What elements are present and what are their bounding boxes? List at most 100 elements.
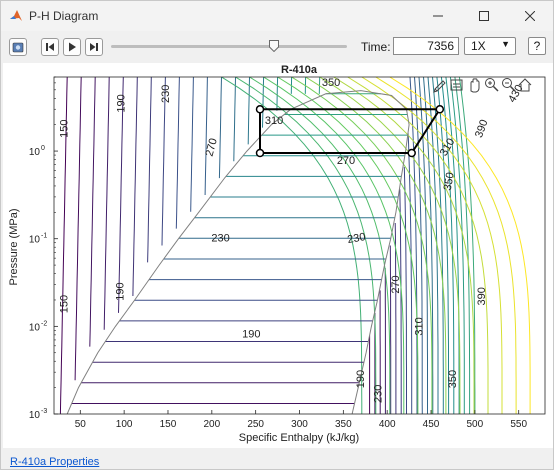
ph-diagram-chart[interactable]: R-410a 150 190 230 270 310 350 430 390 310 270 350…	[3, 63, 553, 448]
isotherm-line	[403, 166, 407, 414]
isotherm-line	[221, 77, 363, 414]
y-tick-label: 10	[29, 235, 41, 246]
cycle-point	[255, 105, 265, 114]
x-tick-label: 100	[116, 419, 133, 430]
isotherm-label: 230	[372, 385, 384, 403]
x-axis-label: Specific Enthalpy (kJ/kg)	[239, 432, 359, 444]
snapshot-icon	[12, 42, 24, 53]
isotherm-lines	[59, 77, 531, 414]
isotherm-line	[89, 77, 96, 347]
speed-value: 1X	[471, 39, 486, 53]
isotherm-line	[249, 77, 391, 414]
y-tick-label: 10	[29, 410, 41, 421]
matlab-logo-icon	[10, 10, 22, 21]
play-button[interactable]	[63, 38, 81, 56]
isotherm-line	[458, 77, 476, 414]
minimize-button[interactable]	[415, 1, 461, 31]
chart-title: R-410a	[281, 64, 318, 76]
isotherm-label: 190	[115, 282, 127, 300]
isotherm-label: 390	[476, 287, 488, 305]
help-button[interactable]: ?	[528, 37, 546, 55]
isotherm-label: 190	[115, 94, 127, 112]
y-tick-exponent: 0	[41, 145, 45, 152]
y-tick-exponent: -2	[41, 320, 47, 327]
plot-panel: R-410a 150 190 230 270 310 350 430 390 310 270 350…	[3, 63, 553, 448]
close-icon	[524, 10, 536, 22]
properties-link[interactable]: R-410a Properties	[10, 456, 99, 468]
x-tick-label: 400	[379, 419, 396, 430]
isotherm-label: 230	[346, 231, 366, 246]
y-tick-label: 10	[29, 147, 41, 158]
isotherm-label: 190	[242, 329, 260, 341]
saturation-dome	[66, 90, 410, 414]
isotherm-label: 390	[473, 118, 491, 139]
time-slider-thumb[interactable]	[268, 40, 279, 52]
chevron-down-icon: ▼	[501, 39, 510, 49]
y-axis-label: Pressure (MPa)	[8, 208, 20, 285]
maximize-button[interactable]	[461, 1, 507, 31]
isotherm-label: 270	[390, 275, 402, 293]
x-tick-label: 50	[75, 419, 87, 430]
isotherm-label: 150	[58, 295, 70, 313]
step-forward-button[interactable]	[85, 38, 103, 56]
x-tick-label: 500	[467, 419, 484, 430]
isotherm-label: 190	[355, 370, 367, 388]
y-tick-exponent: -1	[41, 233, 47, 240]
isotherm-line	[407, 133, 413, 414]
isotherm-line	[263, 77, 405, 414]
isotherm-line	[74, 77, 82, 381]
isotherm-line	[103, 77, 110, 330]
isotherm-line	[132, 77, 138, 297]
time-label: Time:	[361, 40, 391, 54]
isotherm-line	[218, 77, 222, 179]
axes-box	[53, 76, 546, 415]
cycle-point	[255, 148, 265, 158]
isotherm-line	[147, 77, 152, 263]
isotherm-line	[190, 77, 194, 212]
isotherm-label: 310	[414, 317, 426, 335]
isotherm-line	[204, 77, 208, 196]
zoom-in-icon[interactable]	[485, 78, 499, 92]
isotherm-label: 270	[337, 155, 355, 167]
y-tick-exponent: -3	[41, 408, 47, 415]
isotherm-line	[233, 77, 236, 162]
isotherm-line	[247, 77, 250, 145]
app-window: P-H Diagram Time: 7356 1X ▼ ? R-410a 150…	[0, 0, 554, 470]
step-back-button[interactable]	[41, 38, 59, 56]
x-tick-label: 250	[247, 419, 264, 430]
x-tick-label: 550	[510, 419, 527, 430]
playback-toolbar: Time: 7356 1X ▼ ?	[1, 31, 553, 63]
pan-icon[interactable]	[470, 78, 480, 93]
isotherm-label: 350	[322, 77, 340, 89]
isotherm-label: 150	[58, 120, 70, 138]
time-slider[interactable]	[111, 45, 347, 48]
isotherm-line	[175, 77, 180, 229]
time-input[interactable]: 7356	[393, 37, 459, 55]
x-tick-label: 200	[203, 419, 220, 430]
speed-dropdown[interactable]: 1X ▼	[464, 37, 516, 55]
x-tick-label: 450	[423, 419, 440, 430]
cycle-point	[407, 148, 416, 158]
window-title: P-H Diagram	[29, 9, 99, 23]
maximize-icon	[479, 11, 489, 21]
isotherm-line	[235, 77, 377, 414]
isotherm-label: 350	[447, 370, 459, 388]
play-icon	[69, 42, 76, 52]
y-tick-label: 10	[29, 322, 41, 333]
x-tick-label: 150	[160, 419, 177, 430]
isotherm-label: 350	[442, 171, 457, 191]
x-tick-label: 300	[291, 419, 308, 430]
isotherm-label: 230	[211, 233, 229, 245]
cycle-point	[435, 105, 445, 114]
close-button[interactable]	[507, 1, 553, 31]
isotherm-label: 230	[160, 85, 172, 103]
zoom-out-icon[interactable]	[502, 78, 516, 92]
isotherm-line	[399, 189, 402, 414]
isotherm-label: 430	[506, 83, 526, 105]
edit-icon[interactable]	[433, 80, 446, 93]
snapshot-button[interactable]	[9, 38, 27, 56]
title-bar: P-H Diagram	[1, 1, 553, 31]
step-back-icon	[46, 43, 54, 51]
step-forward-icon	[90, 43, 98, 51]
minimize-icon	[433, 15, 443, 17]
